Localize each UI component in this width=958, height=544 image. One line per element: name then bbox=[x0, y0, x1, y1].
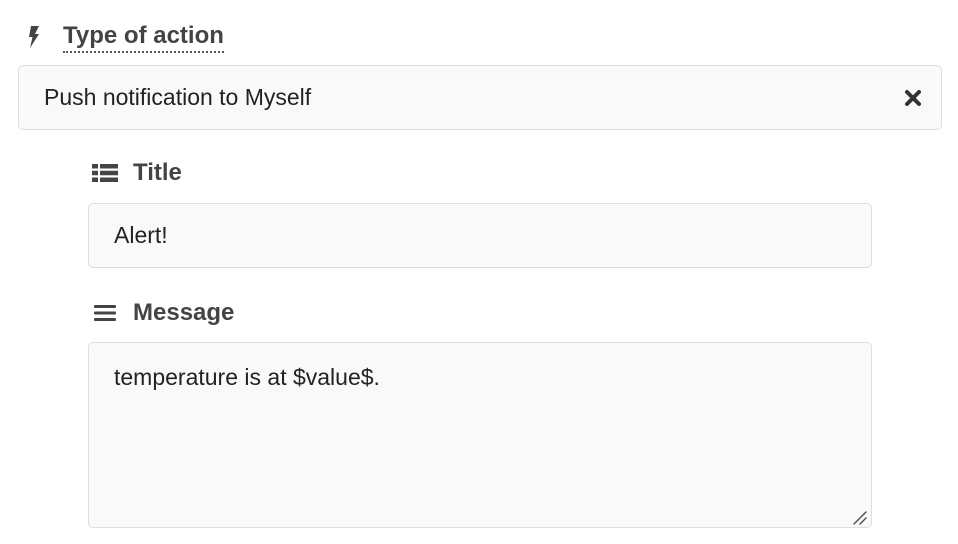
title-field-header: Title bbox=[92, 158, 182, 188]
title-input[interactable] bbox=[88, 203, 872, 268]
action-type-select[interactable]: Push notification to Myself bbox=[18, 65, 942, 130]
bolt-icon bbox=[26, 24, 42, 50]
menu-lines-icon bbox=[92, 302, 118, 324]
action-type-label[interactable]: Type of action bbox=[63, 22, 224, 53]
title-field-label: Title bbox=[133, 159, 182, 186]
close-icon[interactable] bbox=[903, 88, 923, 108]
action-form: Type of action Push notification to Myse… bbox=[0, 0, 958, 544]
resize-handle-icon[interactable] bbox=[850, 508, 868, 526]
list-icon bbox=[92, 162, 118, 184]
action-type-header: Type of action bbox=[26, 20, 224, 54]
action-type-selected-value: Push notification to Myself bbox=[44, 84, 312, 110]
message-field-header: Message bbox=[92, 298, 234, 328]
message-textarea[interactable]: temperature is at $value$. bbox=[88, 342, 872, 528]
message-field-label: Message bbox=[133, 299, 235, 326]
